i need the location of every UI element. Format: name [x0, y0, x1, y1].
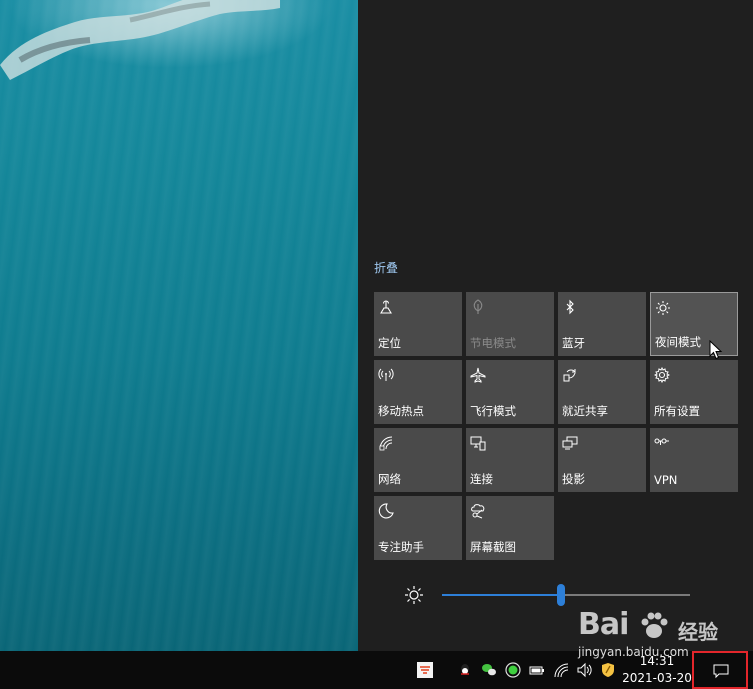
nearby-share-icon	[563, 369, 576, 382]
paw-icon	[641, 612, 668, 638]
collapse-link[interactable]: 折叠	[374, 259, 398, 276]
brightness-slider-thumb[interactable]	[557, 584, 566, 606]
gear-icon	[654, 367, 670, 383]
tile-label: 蓝牙	[562, 336, 585, 350]
tile-label: 移动热点	[378, 404, 424, 418]
tile-label: 所有设置	[654, 404, 700, 418]
wechat-icon[interactable]	[481, 662, 497, 678]
mouse-cursor	[709, 340, 723, 360]
tile-connect[interactable]: 连接	[466, 428, 554, 492]
watermark-brand-suffix: 经验	[678, 620, 718, 644]
focus-assist-icon	[378, 503, 394, 519]
tile-bluetooth[interactable]: 蓝牙	[558, 292, 646, 356]
brightness-slider-fill	[442, 594, 562, 596]
clock-date: 2021-03-20	[622, 671, 692, 685]
bluetooth-icon	[566, 299, 574, 315]
tile-nearby-share[interactable]: 就近共享	[558, 360, 646, 424]
network-icon	[379, 436, 393, 451]
tile-vpn[interactable]: VPN	[650, 428, 738, 492]
tile-label: 网络	[378, 472, 401, 486]
airplane-icon	[470, 367, 486, 383]
tile-network[interactable]: 网络	[374, 428, 462, 492]
mobile-hotspot-icon	[378, 368, 394, 381]
desktop: 折叠 定位 节电模式 蓝牙 夜间模式 移动热点 飞行模式 就近共享 所有设置 网…	[0, 0, 753, 689]
tile-label: 就近共享	[562, 404, 608, 418]
brightness-slider[interactable]	[442, 584, 690, 606]
green-circle-icon[interactable]	[505, 662, 521, 678]
battery-saver-icon	[473, 299, 483, 314]
tile-label: 节电模式	[470, 336, 516, 350]
app-icon[interactable]	[416, 661, 434, 679]
tile-airplane-mode[interactable]: 飞行模式	[466, 360, 554, 424]
tile-label: 夜间模式	[655, 335, 701, 349]
watermark-url: jingyan.baidu.com	[578, 645, 689, 659]
tile-label: 飞行模式	[470, 404, 516, 418]
vpn-icon	[654, 438, 669, 445]
desktop-wallpaper	[0, 0, 358, 651]
action-center-panel: 折叠 定位 节电模式 蓝牙 夜间模式 移动热点 飞行模式 就近共享 所有设置 网…	[358, 0, 753, 651]
tile-project[interactable]: 投影	[558, 428, 646, 492]
tile-focus-assist[interactable]: 专注助手	[374, 496, 462, 560]
baidu-watermark: Bai 经验 jingyan.baidu.com	[578, 607, 738, 667]
tile-label: 投影	[562, 472, 585, 486]
tile-location[interactable]: 定位	[374, 292, 462, 356]
diver-image	[0, 0, 280, 80]
tile-night-light[interactable]: 夜间模式	[650, 292, 738, 356]
connect-icon	[470, 436, 486, 451]
tile-label: 连接	[470, 472, 493, 486]
watermark-brand: Bai	[578, 607, 629, 642]
brightness-control	[404, 580, 694, 610]
project-icon	[562, 436, 578, 450]
tile-screen-snip[interactable]: 屏幕截图	[466, 496, 554, 560]
tile-mobile-hotspot[interactable]: 移动热点	[374, 360, 462, 424]
battery-icon[interactable]	[529, 662, 545, 678]
screen-snip-icon	[471, 504, 485, 519]
night-light-icon	[656, 301, 670, 315]
tile-label: 屏幕截图	[470, 540, 516, 554]
tile-all-settings[interactable]: 所有设置	[650, 360, 738, 424]
tile-label: 定位	[378, 336, 401, 350]
tile-label: VPN	[654, 473, 678, 487]
qq-icon[interactable]	[457, 662, 473, 678]
brightness-icon	[405, 586, 423, 604]
location-icon	[380, 300, 392, 314]
tile-label: 专注助手	[378, 540, 424, 554]
tile-battery-saver[interactable]: 节电模式	[466, 292, 554, 356]
wifi-icon[interactable]	[553, 662, 569, 678]
